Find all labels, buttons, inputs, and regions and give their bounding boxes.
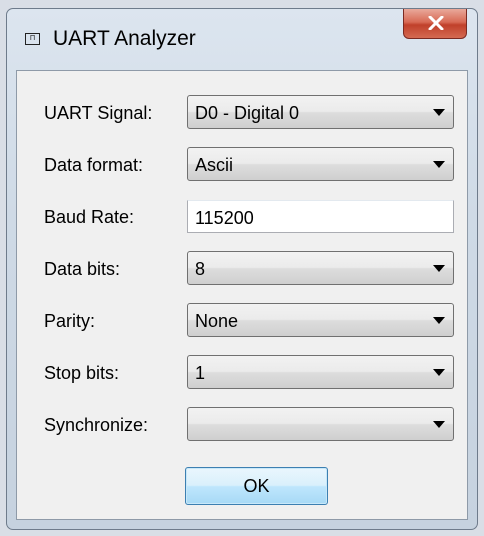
baud-rate-row: Baud Rate: 115200 — [17, 199, 467, 235]
data-format-select[interactable]: Ascii — [187, 147, 454, 181]
uart-analyzer-dialog: ⊓ UART Analyzer UART Signal: D0 - Digita… — [6, 8, 478, 530]
uart-signal-select[interactable]: D0 - Digital 0 — [187, 95, 454, 129]
stop-bits-select[interactable]: 1 — [187, 355, 454, 389]
data-format-row: Data format: Ascii — [17, 147, 467, 183]
chevron-down-icon — [433, 317, 445, 324]
stop-bits-value: 1 — [195, 363, 206, 383]
uart-signal-row: UART Signal: D0 - Digital 0 — [17, 95, 467, 131]
stop-bits-row: Stop bits: 1 — [17, 355, 467, 391]
synchronize-label: Synchronize: — [44, 415, 149, 435]
parity-label: Parity: — [44, 311, 96, 331]
data-bits-label: Data bits: — [44, 259, 121, 279]
uart-signal-value: D0 - Digital 0 — [195, 103, 300, 123]
baud-rate-input[interactable]: 115200 — [187, 200, 454, 233]
close-icon — [428, 16, 444, 30]
chevron-down-icon — [433, 265, 445, 272]
synchronize-row: Synchronize: — [17, 407, 467, 443]
stop-bits-label: Stop bits: — [44, 363, 120, 383]
window-title: UART Analyzer — [53, 27, 196, 50]
waveform-window-icon: ⊓ — [25, 33, 40, 45]
chevron-down-icon — [433, 161, 445, 168]
baud-rate-value: 115200 — [195, 208, 254, 228]
chevron-down-icon — [433, 109, 445, 116]
data-bits-select[interactable]: 8 — [187, 251, 454, 285]
uart-signal-label: UART Signal: — [44, 103, 153, 123]
chevron-down-icon — [433, 369, 445, 376]
data-bits-row: Data bits: 8 — [17, 251, 467, 287]
data-bits-value: 8 — [195, 259, 206, 279]
synchronize-select[interactable] — [187, 407, 454, 441]
baud-rate-label: Baud Rate: — [44, 207, 135, 227]
chevron-down-icon — [433, 421, 445, 428]
ok-button[interactable]: OK — [185, 467, 328, 505]
dialog-body: UART Signal: D0 - Digital 0 Data format:… — [16, 70, 468, 520]
parity-value: None — [195, 311, 239, 331]
data-format-value: Ascii — [195, 155, 234, 175]
data-format-label: Data format: — [44, 155, 144, 175]
close-button[interactable] — [403, 9, 467, 39]
title-bar[interactable]: ⊓ UART Analyzer — [7, 9, 477, 71]
parity-select[interactable]: None — [187, 303, 454, 337]
parity-row: Parity: None — [17, 303, 467, 339]
